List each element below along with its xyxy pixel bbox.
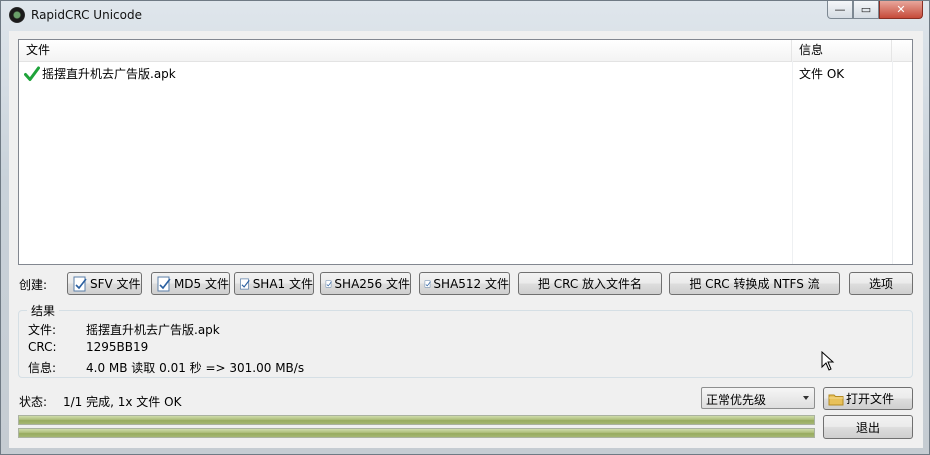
window-title: RapidCRC Unicode xyxy=(31,8,142,22)
total-progress-bar xyxy=(18,428,815,438)
app-window: RapidCRC Unicode — ▭ ✕ 文件 信息 摇摆直升机去广告版.a… xyxy=(0,0,930,455)
chevron-down-icon xyxy=(803,396,809,400)
result-file-value: 摇摆直升机去广告版.apk xyxy=(86,323,220,337)
result-info-value: 4.0 MB 读取 0.01 秒 => 301.00 MB/s xyxy=(86,361,305,375)
document-check-icon xyxy=(73,276,87,291)
close-button[interactable]: ✕ xyxy=(879,1,923,19)
column-divider xyxy=(792,61,793,264)
title-bar[interactable]: RapidCRC Unicode — ▭ ✕ xyxy=(1,1,929,31)
status-value: 1/1 完成, 1x 文件 OK xyxy=(63,395,182,409)
document-check-icon xyxy=(325,280,332,287)
list-header: 文件 信息 xyxy=(19,40,912,62)
create-sha1-label: SHA1 文件 xyxy=(252,277,313,291)
create-sha256-label: SHA256 文件 xyxy=(334,277,410,291)
folder-icon xyxy=(828,394,844,405)
list-item[interactable]: 摇摆直升机去广告版.apk 文件 OK xyxy=(19,65,912,83)
create-label: 创建: xyxy=(19,278,48,292)
column-header-info[interactable]: 信息 xyxy=(792,40,892,61)
result-file-label: 文件: xyxy=(28,323,57,337)
list-item-file: 摇摆直升机去广告版.apk xyxy=(42,67,176,81)
mouse-pointer-icon xyxy=(821,351,835,371)
result-crc-value: 1295BB19 xyxy=(86,340,149,354)
results-group: 结果 文件: 摇摆直升机去广告版.apk CRC: 1295BB19 信息: 4… xyxy=(18,302,913,378)
options-button[interactable]: 选项 xyxy=(849,272,913,295)
create-sfv-label: SFV 文件 xyxy=(90,277,141,291)
crc-to-ntfs-stream-button[interactable]: 把 CRC 转换成 NTFS 流 xyxy=(669,272,840,295)
create-sha512-button[interactable]: SHA512 文件 xyxy=(419,272,510,295)
priority-selected: 正常优先级 xyxy=(706,393,767,407)
create-sha512-label: SHA512 文件 xyxy=(433,277,509,291)
file-list[interactable]: 文件 信息 摇摆直升机去广告版.apk 文件 OK xyxy=(18,39,913,265)
column-header-filler xyxy=(892,40,912,61)
list-item-info: 文件 OK xyxy=(799,67,845,81)
status-label: 状态: xyxy=(19,395,48,409)
open-files-label: 打开文件 xyxy=(846,392,895,406)
create-sha1-button[interactable]: SHA1 文件 xyxy=(234,272,314,295)
create-sfv-button[interactable]: SFV 文件 xyxy=(67,272,142,295)
file-progress-bar xyxy=(18,415,815,425)
column-header-file[interactable]: 文件 xyxy=(19,40,792,61)
document-check-icon xyxy=(240,278,250,289)
result-crc-label: CRC: xyxy=(28,340,57,354)
priority-dropdown[interactable]: 正常优先级 xyxy=(701,387,815,409)
results-title: 结果 xyxy=(27,302,60,319)
window-controls: — ▭ ✕ xyxy=(827,1,923,21)
app-icon xyxy=(9,7,25,23)
maximize-button[interactable]: ▭ xyxy=(853,1,879,19)
exit-button[interactable]: 退出 xyxy=(823,415,913,439)
crc-into-filename-button[interactable]: 把 CRC 放入文件名 xyxy=(518,272,662,295)
column-divider xyxy=(892,61,893,264)
result-info-label: 信息: xyxy=(28,361,57,375)
document-check-icon xyxy=(424,280,431,287)
minimize-button[interactable]: — xyxy=(827,1,853,19)
create-sha256-button[interactable]: SHA256 文件 xyxy=(320,272,411,295)
client-area: 文件 信息 摇摆直升机去广告版.apk 文件 OK 创建: SFV 文件 MD5… xyxy=(9,31,923,448)
create-md5-label: MD5 文件 xyxy=(173,277,229,291)
open-files-button[interactable]: 打开文件 xyxy=(823,387,913,410)
create-md5-button[interactable]: MD5 文件 xyxy=(151,272,230,295)
check-icon xyxy=(24,66,40,81)
document-check-icon xyxy=(157,276,171,291)
